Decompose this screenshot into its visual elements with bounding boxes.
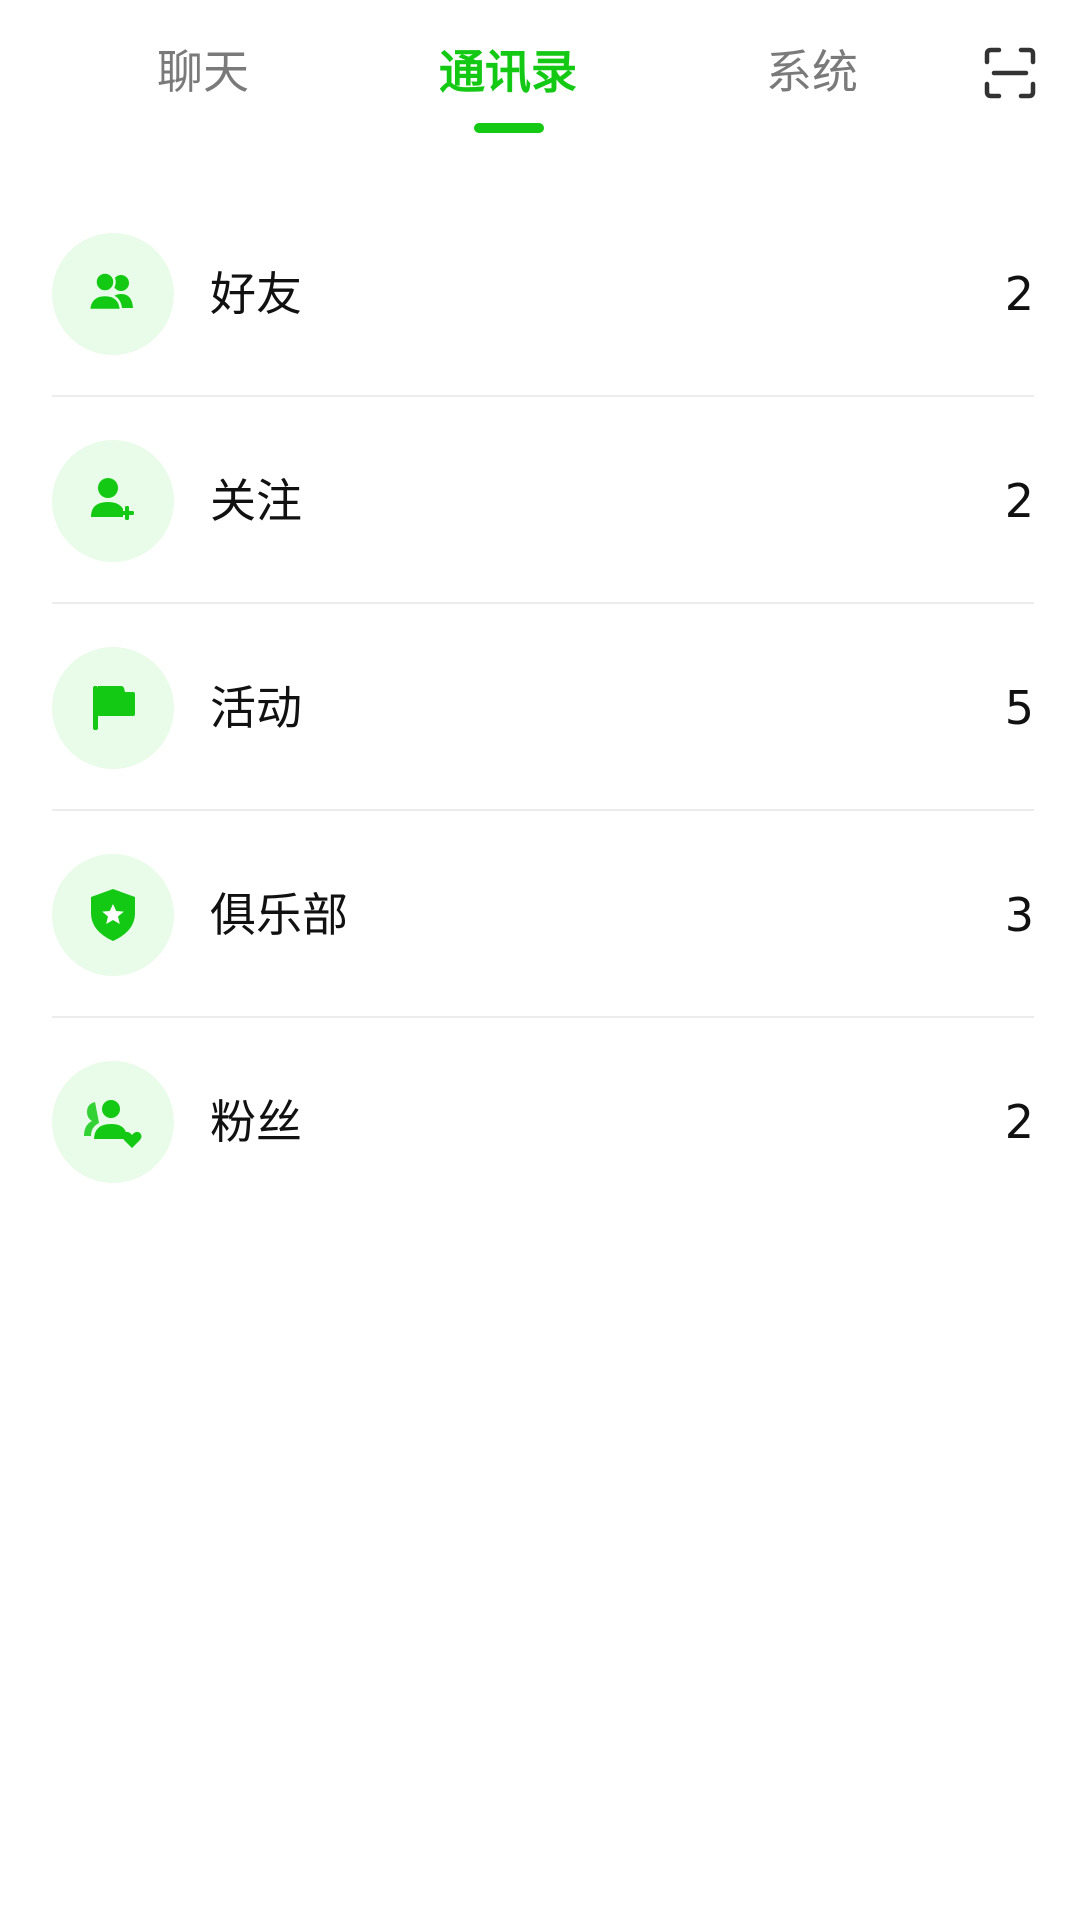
top-tab-bar: 聊天 通讯录 系统 xyxy=(0,0,1080,150)
list-item-fans[interactable]: 粉丝 2 xyxy=(0,1018,1080,1225)
clubs-label: 俱乐部 xyxy=(210,888,348,942)
contacts-list: 好友 2 关注 2 活动 5 俱乐部 3 粉丝 2 xyxy=(0,190,1080,1225)
tab-contacts[interactable]: 通讯录 xyxy=(439,36,577,108)
flag-icon xyxy=(93,686,135,730)
fans-heart-icon xyxy=(84,1098,142,1148)
activities-label: 活动 xyxy=(210,681,302,735)
friends-count: 2 xyxy=(1004,267,1034,321)
following-label: 关注 xyxy=(210,474,302,528)
fans-label: 粉丝 xyxy=(210,1095,302,1149)
list-item-friends[interactable]: 好友 2 xyxy=(0,190,1080,397)
friends-avatar xyxy=(52,233,174,355)
scan-icon xyxy=(984,47,1036,99)
list-item-following[interactable]: 关注 2 xyxy=(0,397,1080,604)
scan-button[interactable] xyxy=(984,47,1036,99)
tab-chat[interactable]: 聊天 xyxy=(157,36,249,108)
clubs-count: 3 xyxy=(1004,888,1034,942)
tab-system[interactable]: 系统 xyxy=(766,36,858,108)
user-add-icon xyxy=(91,478,134,520)
contacts-page: 聊天 通讯录 系统 好友 2 关注 2 活动 5 俱乐部 3 粉丝 2 xyxy=(0,0,1080,1920)
following-count: 2 xyxy=(1004,474,1034,528)
friends-icon xyxy=(87,271,133,312)
activities-count: 5 xyxy=(1004,681,1034,735)
following-avatar xyxy=(52,440,174,562)
active-tab-indicator xyxy=(474,123,544,133)
list-item-activities[interactable]: 活动 5 xyxy=(0,604,1080,811)
activities-avatar xyxy=(52,647,174,769)
clubs-avatar xyxy=(52,854,174,976)
list-item-clubs[interactable]: 俱乐部 3 xyxy=(0,811,1080,1018)
fans-avatar xyxy=(52,1061,174,1183)
shield-star-icon xyxy=(91,889,135,941)
fans-count: 2 xyxy=(1004,1095,1034,1149)
friends-label: 好友 xyxy=(210,267,302,321)
